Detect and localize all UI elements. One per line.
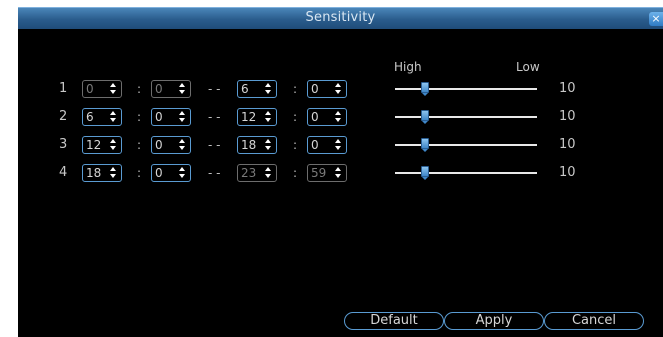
- dash-separator: - -: [208, 110, 221, 124]
- end-minute-spinner[interactable]: 0: [307, 136, 347, 154]
- start-hour-spinner[interactable]: 18: [82, 164, 122, 182]
- sensitivity-value: 10: [559, 81, 576, 96]
- dialog-title: Sensitivity: [305, 10, 376, 25]
- end-hour-value: 6: [241, 82, 249, 96]
- row-number: 3: [59, 137, 68, 152]
- start-minute-value: 0: [155, 82, 163, 96]
- sensitivity-dialog: Sensitivity × High Low 1 0 : 0 - - 6 : 0…: [18, 7, 663, 337]
- apply-button[interactable]: Apply: [444, 312, 544, 330]
- end-hour-value: 23: [241, 166, 257, 180]
- up-down-arrows-icon[interactable]: [265, 167, 271, 179]
- sensitivity-value: 10: [559, 165, 576, 180]
- colon-separator: :: [293, 110, 298, 124]
- colon-separator: :: [137, 82, 142, 96]
- high-label: High: [394, 60, 422, 74]
- colon-separator: :: [293, 82, 298, 96]
- colon-separator: :: [137, 138, 142, 152]
- up-down-arrows-icon[interactable]: [179, 139, 185, 151]
- sensitivity-slider[interactable]: [395, 164, 537, 182]
- cancel-button[interactable]: Cancel: [544, 312, 644, 330]
- up-down-arrows-icon[interactable]: [179, 111, 185, 123]
- colon-separator: :: [293, 166, 298, 180]
- colon-separator: :: [293, 138, 298, 152]
- end-minute-spinner[interactable]: 0: [307, 80, 347, 98]
- colon-separator: :: [137, 166, 142, 180]
- up-down-arrows-icon[interactable]: [335, 111, 341, 123]
- start-minute-value: 0: [155, 138, 163, 152]
- row-number: 4: [59, 165, 68, 180]
- start-hour-value: 6: [86, 110, 94, 124]
- start-minute-spinner[interactable]: 0: [151, 164, 191, 182]
- up-down-arrows-icon[interactable]: [179, 167, 185, 179]
- up-down-arrows-icon[interactable]: [110, 139, 116, 151]
- start-hour-value: 12: [86, 138, 102, 152]
- default-button[interactable]: Default: [344, 312, 444, 330]
- end-hour-spinner[interactable]: 12: [237, 108, 277, 126]
- end-hour-spinner[interactable]: 6: [237, 80, 277, 98]
- slider-thumb[interactable]: [421, 110, 429, 124]
- up-down-arrows-icon[interactable]: [265, 83, 271, 95]
- start-hour-spinner[interactable]: 6: [82, 108, 122, 126]
- end-hour-value: 18: [241, 138, 257, 152]
- end-minute-value: 0: [311, 110, 319, 124]
- low-label: Low: [516, 60, 540, 74]
- up-down-arrows-icon[interactable]: [110, 167, 116, 179]
- close-icon[interactable]: ×: [649, 12, 663, 26]
- dash-separator: - -: [208, 166, 221, 180]
- start-hour-spinner[interactable]: 12: [82, 136, 122, 154]
- schedule-row-4: 4 18 : 0 - - 23 : 59 10: [18, 164, 663, 182]
- end-minute-spinner[interactable]: 59: [307, 164, 347, 182]
- end-minute-spinner[interactable]: 0: [307, 108, 347, 126]
- row-number: 2: [59, 109, 68, 124]
- slider-thumb[interactable]: [421, 82, 429, 96]
- start-hour-value: 18: [86, 166, 102, 180]
- schedule-row-3: 3 12 : 0 - - 18 : 0 10: [18, 136, 663, 154]
- sensitivity-value: 10: [559, 109, 576, 124]
- dash-separator: - -: [208, 82, 221, 96]
- slider-thumb[interactable]: [421, 138, 429, 152]
- start-hour-value: 0: [86, 82, 94, 96]
- slider-track: [395, 116, 537, 118]
- sensitivity-slider[interactable]: [395, 108, 537, 126]
- dash-separator: - -: [208, 138, 221, 152]
- up-down-arrows-icon[interactable]: [110, 83, 116, 95]
- up-down-arrows-icon[interactable]: [265, 139, 271, 151]
- schedule-row-1: 1 0 : 0 - - 6 : 0 10: [18, 80, 663, 98]
- up-down-arrows-icon[interactable]: [335, 139, 341, 151]
- title-bar: Sensitivity ×: [18, 7, 663, 29]
- end-minute-value: 0: [311, 138, 319, 152]
- end-minute-value: 59: [311, 166, 327, 180]
- start-minute-spinner[interactable]: 0: [151, 136, 191, 154]
- end-minute-value: 0: [311, 82, 319, 96]
- end-hour-spinner[interactable]: 23: [237, 164, 277, 182]
- slider-track: [395, 88, 537, 90]
- colon-separator: :: [137, 110, 142, 124]
- sensitivity-slider[interactable]: [395, 80, 537, 98]
- slider-thumb[interactable]: [421, 166, 429, 180]
- start-hour-spinner[interactable]: 0: [82, 80, 122, 98]
- up-down-arrows-icon[interactable]: [335, 167, 341, 179]
- up-down-arrows-icon[interactable]: [110, 111, 116, 123]
- end-hour-value: 12: [241, 110, 257, 124]
- start-minute-spinner[interactable]: 0: [151, 80, 191, 98]
- up-down-arrows-icon[interactable]: [265, 111, 271, 123]
- slider-track: [395, 172, 537, 174]
- sensitivity-slider[interactable]: [395, 136, 537, 154]
- row-number: 1: [59, 81, 68, 96]
- up-down-arrows-icon[interactable]: [335, 83, 341, 95]
- start-minute-value: 0: [155, 110, 163, 124]
- start-minute-value: 0: [155, 166, 163, 180]
- slider-track: [395, 144, 537, 146]
- sensitivity-value: 10: [559, 137, 576, 152]
- start-minute-spinner[interactable]: 0: [151, 108, 191, 126]
- up-down-arrows-icon[interactable]: [179, 83, 185, 95]
- schedule-row-2: 2 6 : 0 - - 12 : 0 10: [18, 108, 663, 126]
- end-hour-spinner[interactable]: 18: [237, 136, 277, 154]
